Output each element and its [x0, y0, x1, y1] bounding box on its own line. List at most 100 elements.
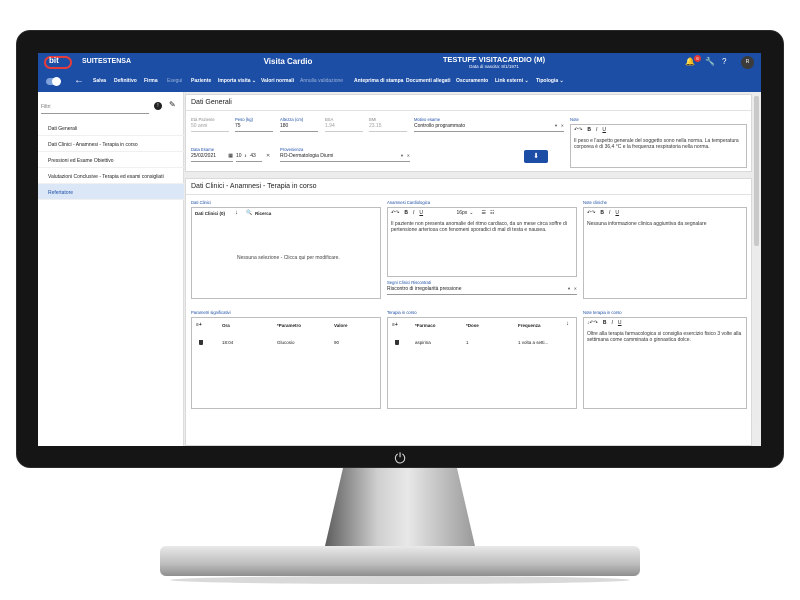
toolbar-paziente[interactable]: Paziente	[191, 78, 211, 84]
dati-clinici-empty[interactable]: Nessuna selezione - Clicca qui per modif…	[237, 255, 340, 261]
toolbar-anteprima-stampa[interactable]: Anteprima di stampa	[354, 78, 403, 84]
italic-button[interactable]: I	[596, 127, 597, 133]
wrench-icon[interactable]: 🔧	[705, 57, 715, 67]
table-cell-ora[interactable]: 18:04	[222, 340, 233, 345]
table-cell-valore[interactable]: 90	[334, 340, 339, 345]
trash-icon[interactable]	[199, 340, 203, 345]
anamnesi-editor[interactable]: ↶↷ B I U 16px ⌄ ☰ ☷ Il paziente non presenta a…	[387, 207, 577, 277]
font-size-select[interactable]: 16px	[456, 210, 467, 216]
altezza-label: Altezza (cm)	[280, 117, 304, 122]
terapia-table: ≡+ *Farmaco *Dose Frequenza ↓ aspirina 1…	[387, 317, 577, 409]
redo-icon[interactable]: ↷	[578, 127, 582, 133]
stepper-icon[interactable]: ⇕	[244, 154, 247, 158]
trash-icon[interactable]	[395, 340, 399, 345]
bold-button[interactable]: B	[603, 320, 607, 326]
card-dati-clinici: Dati Clinici - Anamnesi - Terapia in cor…	[185, 178, 752, 446]
redo-icon[interactable]: ↷	[591, 210, 595, 216]
numbered-list-icon[interactable]: ☷	[490, 210, 494, 216]
ora-value: 10	[236, 153, 242, 159]
sidebar-item-dati-generali[interactable]: Dati Generali	[38, 120, 184, 136]
filter-input[interactable]: Filtri	[41, 102, 149, 114]
note-terapia-text[interactable]: Oltre alla terapia farmacologica si cons…	[587, 331, 743, 343]
peso-field[interactable]: 75	[235, 123, 273, 132]
table-cell-dose[interactable]: 1	[466, 340, 469, 345]
bullet-list-icon[interactable]: ☰	[481, 210, 485, 216]
sidebar-item-refertatore[interactable]: Refertatore	[38, 184, 184, 200]
redo-icon[interactable]: ↷	[594, 320, 598, 326]
chevron-down-icon[interactable]: ▼	[400, 153, 404, 158]
sidebar-item-valutazioni[interactable]: Valutazioni Conclusive - Terapia ed esam…	[38, 168, 184, 184]
italic-button[interactable]: I	[413, 210, 414, 216]
underline-button[interactable]: U	[419, 210, 423, 216]
back-arrow-icon[interactable]: ←	[74, 75, 84, 87]
toolbar-esegui[interactable]: Esegui	[167, 78, 182, 84]
toolbar-oscuramento[interactable]: Oscuramento	[456, 78, 488, 84]
note-text[interactable]: Il peso e l'aspetto generale del soggett…	[574, 138, 743, 150]
sort-arrow-icon[interactable]: ↓	[235, 210, 238, 216]
motivo-select[interactable]: Controllo programmato ▼ ✕	[414, 123, 564, 132]
redo-icon[interactable]: ↷	[395, 210, 399, 216]
power-icon[interactable]: ⏻	[391, 449, 409, 467]
note-terapia-editor[interactable]: ↓↶↷ B I U Oltre alla terapia farmacologica …	[583, 317, 747, 409]
add-row-icon[interactable]: ≡+	[392, 322, 398, 328]
chevron-down-icon[interactable]: ▼	[554, 123, 558, 128]
download-icon[interactable]: ⬇	[524, 150, 548, 163]
toolbar-valori-normali[interactable]: Valori normali	[261, 78, 294, 84]
sidebar-item-dati-clinici[interactable]: Dati Clinici - Anamnesi - Terapia in cor…	[38, 136, 184, 152]
menu-toggle[interactable]	[46, 77, 61, 86]
segni-select[interactable]: Riscontro di irregolarità pressione ▼ ✕	[387, 286, 577, 295]
chevron-down-icon[interactable]: ⌄	[469, 210, 473, 216]
avatar[interactable]: R	[741, 56, 754, 69]
bold-button[interactable]: B	[600, 210, 604, 216]
toolbar-salva[interactable]: Salva	[93, 78, 106, 84]
clear-icon[interactable]: ✕	[561, 123, 564, 128]
underline-button[interactable]: U	[615, 210, 619, 216]
toolbar-tipologia[interactable]: Tipologia ⌄	[536, 78, 564, 84]
info-icon[interactable]: !	[154, 102, 162, 110]
calendar-icon[interactable]: ▦	[228, 153, 233, 159]
toolbar-annulla-validazione[interactable]: Annulla validazione	[300, 78, 343, 84]
underline-button[interactable]: U	[618, 320, 622, 326]
toolbar-firma[interactable]: Firma	[144, 78, 158, 84]
table-cell-farmaco[interactable]: aspirina	[415, 340, 431, 345]
anamnesi-text[interactable]: Il paziente non presenta anomalie del ri…	[391, 221, 573, 233]
pencil-icon[interactable]: ✎	[169, 100, 176, 109]
ricerca-label[interactable]: Ricerca	[255, 211, 271, 216]
bold-button[interactable]: B	[587, 127, 591, 133]
toolbar-link-esterni[interactable]: Link esterni ⌄	[495, 78, 529, 84]
note-cliniche-text[interactable]: Nessuna informazione clinica aggiuntiva …	[587, 221, 743, 227]
toolbar-definitivo[interactable]: Definitivo	[114, 78, 137, 84]
terapia-label: Terapia in corso	[387, 310, 417, 315]
provenienza-value: RO-Dermatologia Diurni	[280, 153, 334, 159]
data-esame-field[interactable]: 25/02/2021 ▦	[191, 153, 233, 162]
note-cliniche-toolbar: ↶↷ B I U	[587, 210, 619, 216]
sidebar-item-pressioni[interactable]: Pressioni ed Esame Obiettivo	[38, 152, 184, 168]
altezza-field[interactable]: 180	[280, 123, 318, 132]
scrollbar-thumb[interactable]	[754, 96, 759, 246]
add-row-icon[interactable]: ≡+	[196, 322, 202, 328]
eta-field: 50 anni	[191, 123, 229, 132]
clear-icon[interactable]: ✕	[574, 286, 577, 291]
italic-button[interactable]: I	[612, 320, 613, 326]
provenienza-select[interactable]: RO-Dermatologia Diurni ▼ ✕	[280, 153, 410, 162]
clear-icon[interactable]: ✕	[407, 153, 410, 158]
search-icon[interactable]: 🔍	[246, 210, 252, 216]
chevron-down-icon[interactable]: ▼	[567, 286, 571, 291]
ora-field[interactable]: 10 ⇕ 43	[236, 153, 262, 162]
toolbar-documenti-allegati[interactable]: Documenti allegati	[406, 78, 450, 84]
note-cliniche-editor[interactable]: ↶↷ B I U Nessuna informazione clinica aggiu…	[583, 207, 747, 299]
note-editor[interactable]: ↶↷ B I U Il peso e l'aspetto generale del s…	[570, 124, 747, 168]
dati-clinici-panel[interactable]: Dati Clinici (0) ↓ 🔍 Ricerca Nessuna sel…	[191, 207, 381, 299]
bold-button[interactable]: B	[404, 210, 408, 216]
app-header: bit SUITESTENSA Visita Cardio TESTUFF VI…	[38, 53, 761, 72]
sort-arrow-icon[interactable]: ↓	[566, 321, 569, 327]
help-icon[interactable]: ?	[722, 57, 726, 67]
table-cell-frequenza[interactable]: 1 volta a setti...	[518, 340, 548, 345]
data-esame-value: 25/02/2021	[191, 153, 217, 159]
toolbar-importa-visita[interactable]: Importa visita ⌄	[218, 78, 256, 84]
italic-button[interactable]: I	[609, 210, 610, 216]
underline-button[interactable]: U	[602, 127, 606, 133]
monitor-stand-neck	[325, 468, 475, 546]
clear-icon[interactable]: ✕	[266, 153, 270, 159]
table-cell-parametro[interactable]: Glucosio	[277, 340, 295, 345]
